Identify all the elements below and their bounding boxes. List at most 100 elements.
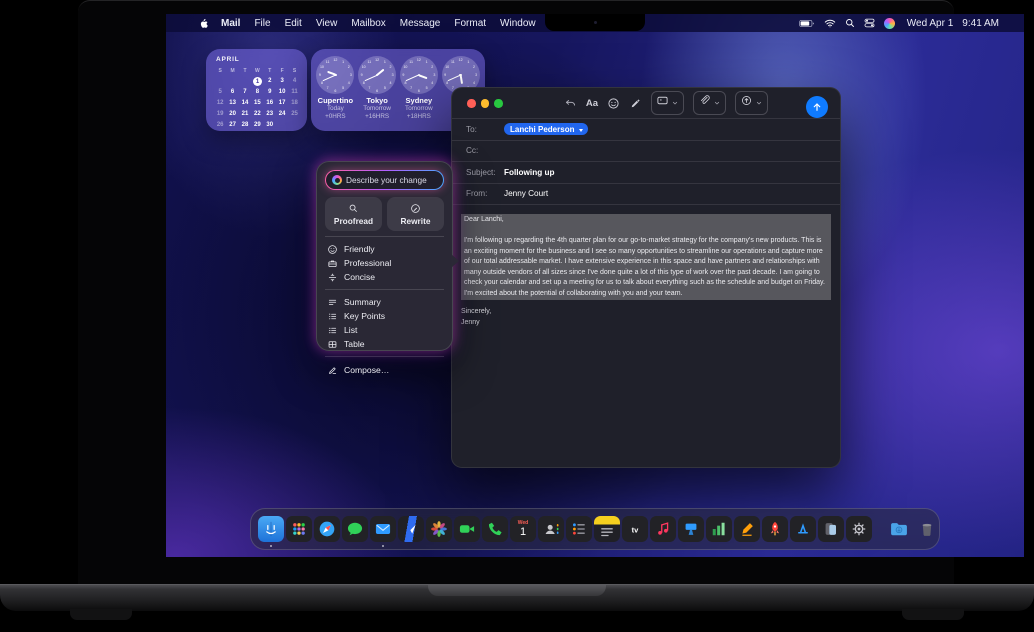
dock-item-notes[interactable] — [594, 511, 620, 547]
window-titlebar: Aa — [452, 88, 840, 118]
dock-item-launchpad[interactable] — [286, 511, 312, 547]
rewrite-button[interactable]: Rewrite — [387, 197, 444, 231]
key-points-menu-item[interactable]: Key Points — [325, 309, 444, 323]
friendly-menu-item[interactable]: Friendly — [325, 242, 444, 256]
apple-menu-icon[interactable] — [199, 17, 210, 30]
dock-item-pages[interactable] — [734, 511, 760, 547]
app-menus: MailFileEditViewMailboxMessageFormatWind… — [214, 18, 577, 29]
menu-item-mail[interactable]: Mail — [214, 18, 247, 29]
calendar-day: 10 — [278, 88, 287, 97]
dock-item-appstore[interactable] — [790, 511, 816, 547]
dock-item-reminders[interactable] — [566, 511, 592, 547]
to-field[interactable]: To: Lanchi Pederson — [452, 118, 840, 140]
format-button[interactable]: Aa — [586, 98, 598, 109]
menu-item-edit[interactable]: Edit — [278, 18, 309, 29]
battery-icon[interactable] — [799, 19, 815, 28]
calendar-day: 8 — [253, 88, 262, 97]
describe-change-input[interactable] — [346, 175, 437, 185]
keynote-icon — [678, 516, 704, 542]
messages-icon — [342, 516, 368, 542]
weekday-label: F — [281, 68, 284, 74]
from-field[interactable]: From: Jenny Court — [452, 183, 840, 205]
world-clock: 123456789101112SydneyTomorrow +18HRS — [400, 56, 439, 124]
cc-field[interactable]: Cc: — [452, 140, 840, 162]
reminders-icon — [566, 516, 592, 542]
control-center-icon[interactable] — [864, 18, 875, 28]
writing-tools-icon[interactable] — [629, 97, 642, 110]
menu-item-file[interactable]: File — [247, 18, 277, 29]
divider — [325, 356, 444, 357]
emoji-icon[interactable] — [607, 97, 620, 110]
menubar-date[interactable]: Wed Apr 1 — [907, 18, 954, 29]
dock-item-mail[interactable] — [370, 511, 396, 547]
dock-item-settings[interactable] — [846, 511, 872, 547]
message-body[interactable]: Dear Lanchi, I'm following up regarding … — [452, 204, 840, 466]
undo-icon[interactable] — [564, 97, 577, 110]
spotlight-icon[interactable] — [845, 18, 855, 28]
calendar-day: 9 — [265, 88, 274, 97]
dock-item-messages[interactable] — [342, 511, 368, 547]
selected-text[interactable]: Dear Lanchi, I'm following up regarding … — [461, 214, 831, 300]
calendar-day: 16 — [265, 99, 274, 108]
list-menu-item[interactable]: List — [325, 323, 444, 337]
menubar-time[interactable]: 9:41 AM — [962, 18, 999, 29]
clock-city-label: Cupertino — [318, 96, 353, 105]
table-menu-item[interactable]: Table — [325, 337, 444, 351]
menu-item-format[interactable]: Format — [447, 18, 493, 29]
describe-change-field[interactable] — [325, 170, 444, 190]
dock-item-trash[interactable] — [914, 511, 940, 547]
dock-item-calendar[interactable]: Wed1 — [510, 511, 536, 547]
from-label: From: — [466, 189, 504, 198]
calendar-widget[interactable]: APRIL SMTWTFS123456789101112131415161718… — [206, 49, 307, 131]
proofread-button[interactable]: Proofread — [325, 197, 382, 231]
popover-arrow — [451, 254, 459, 268]
minimize-button[interactable] — [481, 99, 490, 108]
dock-item-numbers[interactable] — [706, 511, 732, 547]
summary-menu-item[interactable]: Summary — [325, 295, 444, 309]
attach-file-button[interactable] — [693, 91, 726, 115]
dock-item-music[interactable] — [650, 511, 676, 547]
calendar-day: 27 — [228, 121, 237, 130]
close-button[interactable] — [467, 99, 476, 108]
wifi-icon[interactable] — [824, 19, 836, 28]
menu-item-view[interactable]: View — [309, 18, 345, 29]
dock-item-contacts[interactable] — [538, 511, 564, 547]
siri-icon[interactable] — [884, 18, 895, 29]
weekday-label: M — [231, 68, 235, 74]
concise-menu-item[interactable]: Concise — [325, 270, 444, 284]
subject-field[interactable]: Subject: Following up — [452, 161, 840, 183]
recipient-token[interactable]: Lanchi Pederson — [504, 123, 588, 135]
send-button[interactable] — [806, 96, 828, 118]
dock-item-finder[interactable] — [258, 511, 284, 547]
menu-item-mailbox[interactable]: Mailbox — [344, 18, 392, 29]
music-icon — [650, 516, 676, 542]
dock-item-facetime[interactable] — [454, 511, 480, 547]
dock-item-safari[interactable] — [314, 511, 340, 547]
dock-item-tv[interactable]: tv — [622, 511, 648, 547]
calendar-month-label: APRIL — [216, 56, 301, 63]
dock-item-phone[interactable] — [482, 511, 508, 547]
zoom-button[interactable] — [494, 99, 503, 108]
menu-item-message[interactable]: Message — [393, 18, 448, 29]
dock-item-games[interactable] — [762, 511, 788, 547]
laptop-lid: MailFileEditViewMailboxMessageFormatWind… — [78, 0, 954, 584]
lid-groove — [428, 585, 606, 596]
send-later-button[interactable] — [735, 91, 768, 115]
dock-item-keynote[interactable] — [678, 511, 704, 547]
professional-menu-item[interactable]: Professional — [325, 256, 444, 270]
clock-offset-label: Tomorrow +18HRS — [405, 105, 433, 121]
calendar-day: 6 — [228, 88, 237, 97]
weekday-label: S — [219, 68, 222, 74]
menu-item-window[interactable]: Window — [493, 18, 543, 29]
settings-icon — [846, 516, 872, 542]
subject-label: Subject: — [466, 168, 504, 177]
writing-tools-actions: ProofreadRewrite — [325, 197, 444, 231]
compose-menu-item[interactable]: Compose… — [325, 362, 444, 378]
dock-item-photos[interactable] — [426, 511, 452, 547]
dock-item-maps[interactable] — [398, 511, 424, 547]
calendar-day: 21 — [240, 110, 249, 119]
photo-browser-button[interactable] — [651, 91, 684, 115]
dock-item-downloads[interactable] — [886, 511, 912, 547]
dock-item-iphone-mirroring[interactable] — [818, 511, 844, 547]
format-options: SummaryKey PointsListTable — [325, 295, 444, 351]
